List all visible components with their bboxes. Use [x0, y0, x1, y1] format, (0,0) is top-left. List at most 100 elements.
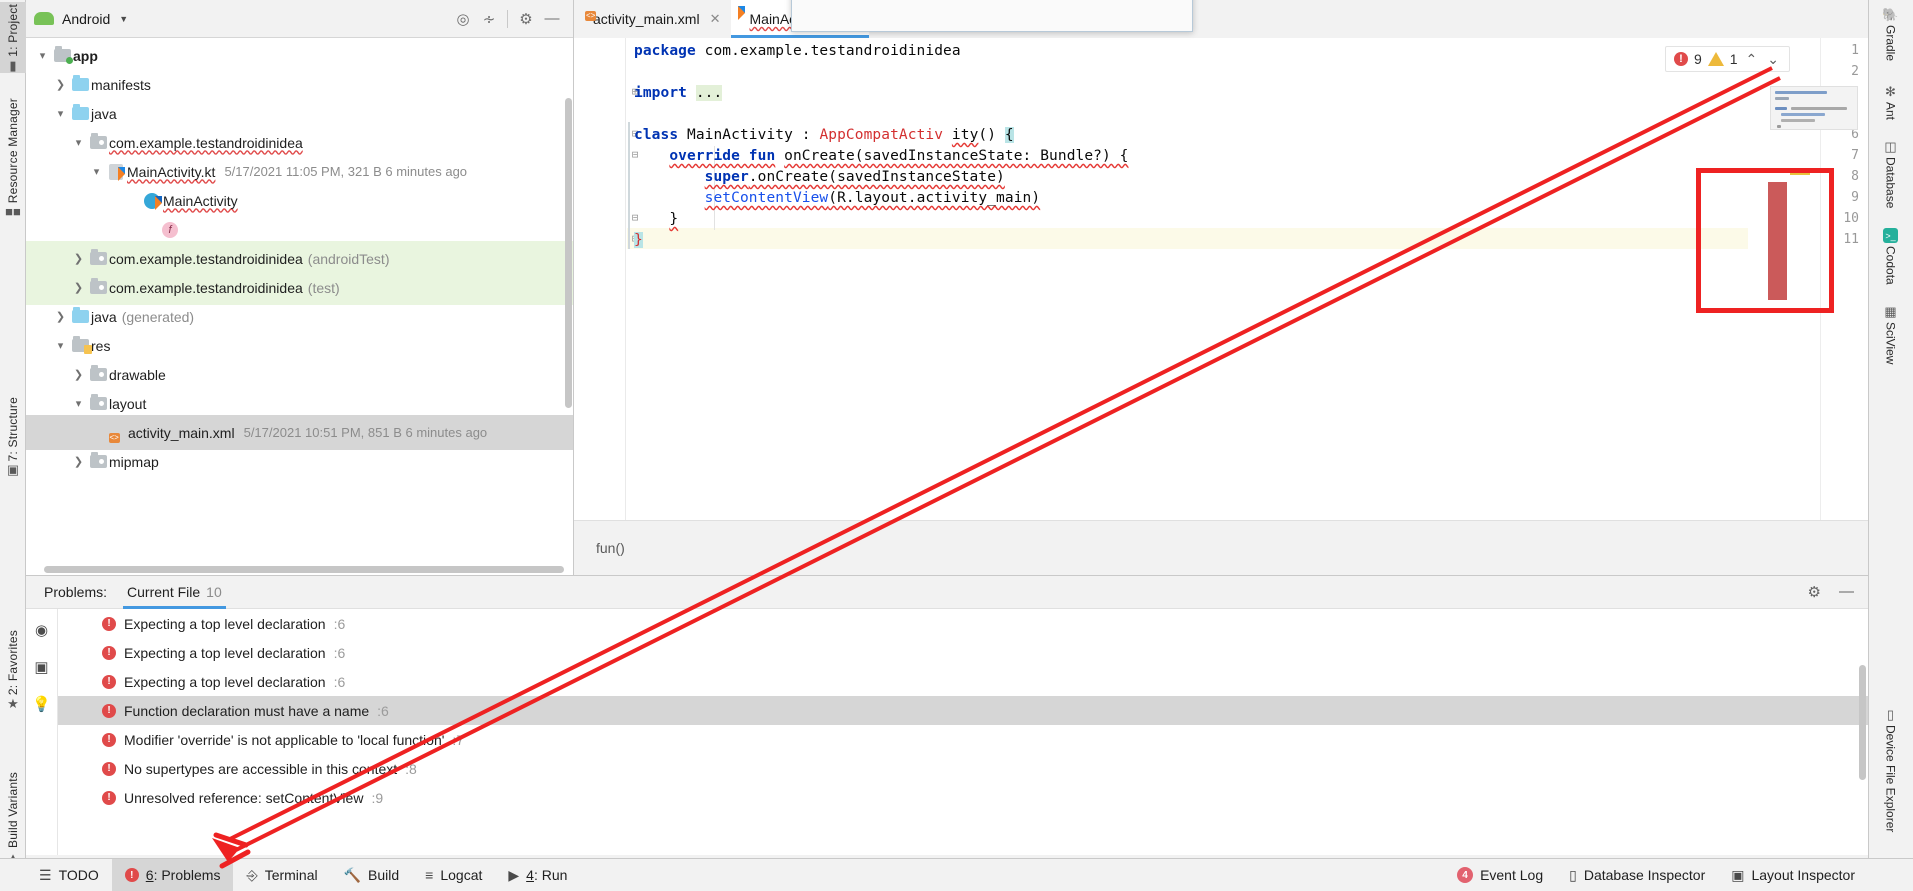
folder-grey-icon: [87, 278, 109, 294]
problem-text: Function declaration must have a name: [124, 702, 370, 719]
editor-gutter[interactable]: [574, 38, 626, 520]
problems-tool-window: Problems: Current File 10 ⚙ — ◉ ▣ 💡 ! Ex…: [26, 575, 1868, 855]
problem-row[interactable]: ! Function declaration must have a name …: [58, 696, 1868, 725]
tab-count: 10: [206, 584, 222, 600]
spacer-icon: ❯: [124, 194, 141, 207]
code-minimap[interactable]: [1770, 86, 1858, 130]
status-item-logcat[interactable]: ≡ Logcat: [412, 859, 495, 891]
chevron-down-icon[interactable]: ▾: [88, 165, 105, 178]
tab-label: activity_main.xml: [593, 11, 700, 27]
left-tool-window-strip: 1: Project ▮ Resource Manager ■■ 7: Stru…: [0, 0, 26, 863]
error-icon: !: [1673, 52, 1688, 66]
problem-row[interactable]: ! Expecting a top level declaration :6: [58, 667, 1868, 696]
chevron-down-icon[interactable]: ▾: [52, 107, 69, 120]
problem-row[interactable]: ! Modifier 'override' is not applicable …: [58, 725, 1868, 754]
target-icon[interactable]: ◎: [450, 10, 476, 28]
tab-activity-main-xml[interactable]: activity_main.xml ✕: [574, 0, 731, 38]
project-tree-vertical-scrollbar[interactable]: [565, 98, 572, 408]
chevron-right-icon[interactable]: ❯: [70, 455, 87, 468]
sidebar-item-ant[interactable]: ✻ Ant: [1868, 85, 1913, 121]
sidebar-item-project[interactable]: 1: Project ▮: [0, 2, 26, 73]
chevron-right-icon[interactable]: ❯: [52, 78, 69, 91]
right-tool-window-strip: 🐘 Gradle ✻ Ant ◫ Database >_ Codota ▦ Sc…: [1868, 0, 1913, 858]
star-icon: ★: [7, 696, 19, 712]
problem-row[interactable]: ! Expecting a top level declaration :6: [58, 609, 1868, 638]
sidebar-item-database[interactable]: ◫ Database: [1868, 140, 1913, 209]
chevron-right-icon[interactable]: ❯: [52, 310, 69, 323]
tree-node-label: com.example.testandroidinidea: [109, 279, 303, 296]
tree-node-meta: 5/17/2021 10:51 PM, 851 B 6 minutes ago: [243, 425, 488, 440]
folder-grey-icon: [87, 133, 109, 149]
status-bar: ☰ TODO ! 6: Problems ⎆ Terminal 🔨 Build …: [0, 858, 1913, 891]
status-item-build[interactable]: 🔨 Build: [331, 859, 413, 891]
project-tree-horizontal-scrollbar[interactable]: [44, 566, 564, 573]
chevron-right-icon[interactable]: ❯: [70, 281, 87, 294]
collapse-all-icon[interactable]: ∻: [476, 10, 502, 28]
status-item-event-log[interactable]: 4 Event Log: [1444, 859, 1556, 891]
code-editor[interactable]: 1 2 3 5 6 7 8 9 10 11 ⊞ ⊟ ⊟ ⊟ ⊟ package …: [574, 38, 1868, 520]
sidebar-item-resource-manager[interactable]: Resource Manager ■■: [0, 96, 26, 219]
minimize-icon[interactable]: —: [1839, 583, 1854, 601]
problem-row[interactable]: ! No supertypes are accessible in this c…: [58, 754, 1868, 783]
problems-side-toolbar: ◉ ▣ 💡: [26, 609, 58, 855]
inspection-widget[interactable]: ! 9 1 ⌃ ⌄: [1664, 46, 1790, 72]
problem-text: Expecting a top level declaration: [124, 644, 326, 661]
tree-node-mipmap[interactable]: ❯ mipmap: [62, 444, 573, 479]
tree-node-label: mipmap: [109, 453, 159, 470]
sidebar-item-sciview[interactable]: ▦ SciView: [1868, 305, 1913, 365]
previous-problem-icon[interactable]: ⌃: [1744, 51, 1760, 68]
problems-scrollbar[interactable]: [1859, 665, 1866, 780]
gear-icon[interactable]: ⚙: [513, 10, 539, 28]
project-tree[interactable]: ▾ app ❯ manifests ▾ java ▾ com.example.t…: [26, 38, 573, 575]
problem-line: :7: [452, 731, 465, 748]
chevron-down-icon[interactable]: ▾: [70, 397, 87, 410]
device-icon: ▯: [1569, 866, 1577, 883]
warning-icon: [1707, 52, 1724, 66]
folder-grey-icon: [87, 249, 109, 265]
folder-blue-icon: [69, 104, 91, 120]
chevron-down-icon[interactable]: ▾: [34, 49, 51, 62]
chevron-down-icon[interactable]: ▾: [52, 339, 69, 352]
eye-icon[interactable]: ◉: [35, 621, 48, 639]
status-item-problems[interactable]: ! 6: Problems: [111, 858, 234, 891]
tab-current-file[interactable]: Current File 10: [123, 576, 226, 609]
status-item-layout-inspector[interactable]: ▣ Layout Inspector: [1718, 859, 1868, 891]
split-view-icon[interactable]: ▣: [34, 658, 48, 676]
close-icon[interactable]: ✕: [710, 11, 721, 27]
status-item-run[interactable]: ▶ 4: Run: [495, 859, 580, 891]
sidebar-item-build-variants[interactable]: Build Variants ▴: [0, 770, 26, 864]
status-item-terminal[interactable]: ⎆ Terminal: [233, 859, 330, 891]
breadcrumb-label: fun(): [596, 540, 625, 556]
lightbulb-icon[interactable]: 💡: [32, 695, 51, 713]
status-item-database-inspector[interactable]: ▯ Database Inspector: [1556, 859, 1718, 891]
sidebar-item-gradle[interactable]: 🐘 Gradle: [1868, 8, 1913, 62]
chevron-right-icon[interactable]: ❯: [70, 368, 87, 381]
gear-icon[interactable]: ⚙: [1808, 583, 1821, 601]
problem-row[interactable]: ! Expecting a top level declaration :6: [58, 638, 1868, 667]
code-line-8: super.onCreate(savedInstanceState): [704, 169, 1005, 185]
problem-row[interactable]: ! Unresolved reference: setContentView :…: [58, 783, 1868, 812]
code-line-6: class MainActivity : AppCompatActiv ity(…: [634, 127, 1014, 143]
line-number: 7: [1851, 148, 1859, 163]
error-icon: !: [102, 703, 116, 718]
status-item-label: Event Log: [1480, 867, 1544, 883]
code-line-3: import ...: [634, 85, 723, 101]
status-item-label: : Problems: [153, 867, 221, 883]
sidebar-item-favorites[interactable]: 2: Favorites ★: [0, 628, 26, 711]
problems-list[interactable]: ! Expecting a top level declaration :6 !…: [58, 609, 1868, 855]
sidebar-item-structure[interactable]: 7: Structure ▣: [0, 395, 26, 477]
problem-text: Modifier 'override' is not applicable to…: [124, 731, 445, 748]
minimize-icon[interactable]: —: [539, 10, 565, 27]
chevron-right-icon[interactable]: ❯: [70, 252, 87, 265]
chevron-down-icon[interactable]: ▾: [70, 136, 87, 149]
next-problem-icon[interactable]: ⌄: [1765, 51, 1781, 68]
chevron-down-icon[interactable]: ▼: [119, 14, 128, 24]
sidebar-item-device-file-explorer[interactable]: ▯ Device File Explorer: [1868, 708, 1913, 833]
sidebar-item-codota[interactable]: >_ Codota: [1868, 228, 1913, 285]
wizard-dialog-overlay[interactable]: PREVIOUS NEXT CANCEL FINISH: [791, 0, 1193, 32]
editor-breadcrumbs[interactable]: fun(): [574, 520, 1868, 575]
tree-node-qualifier: (generated): [121, 308, 195, 325]
status-item-todo[interactable]: ☰ TODO: [26, 859, 112, 891]
code-line-9: setContentView(R.layout.activity_main): [704, 190, 1041, 206]
android-logo-icon: [34, 12, 54, 25]
